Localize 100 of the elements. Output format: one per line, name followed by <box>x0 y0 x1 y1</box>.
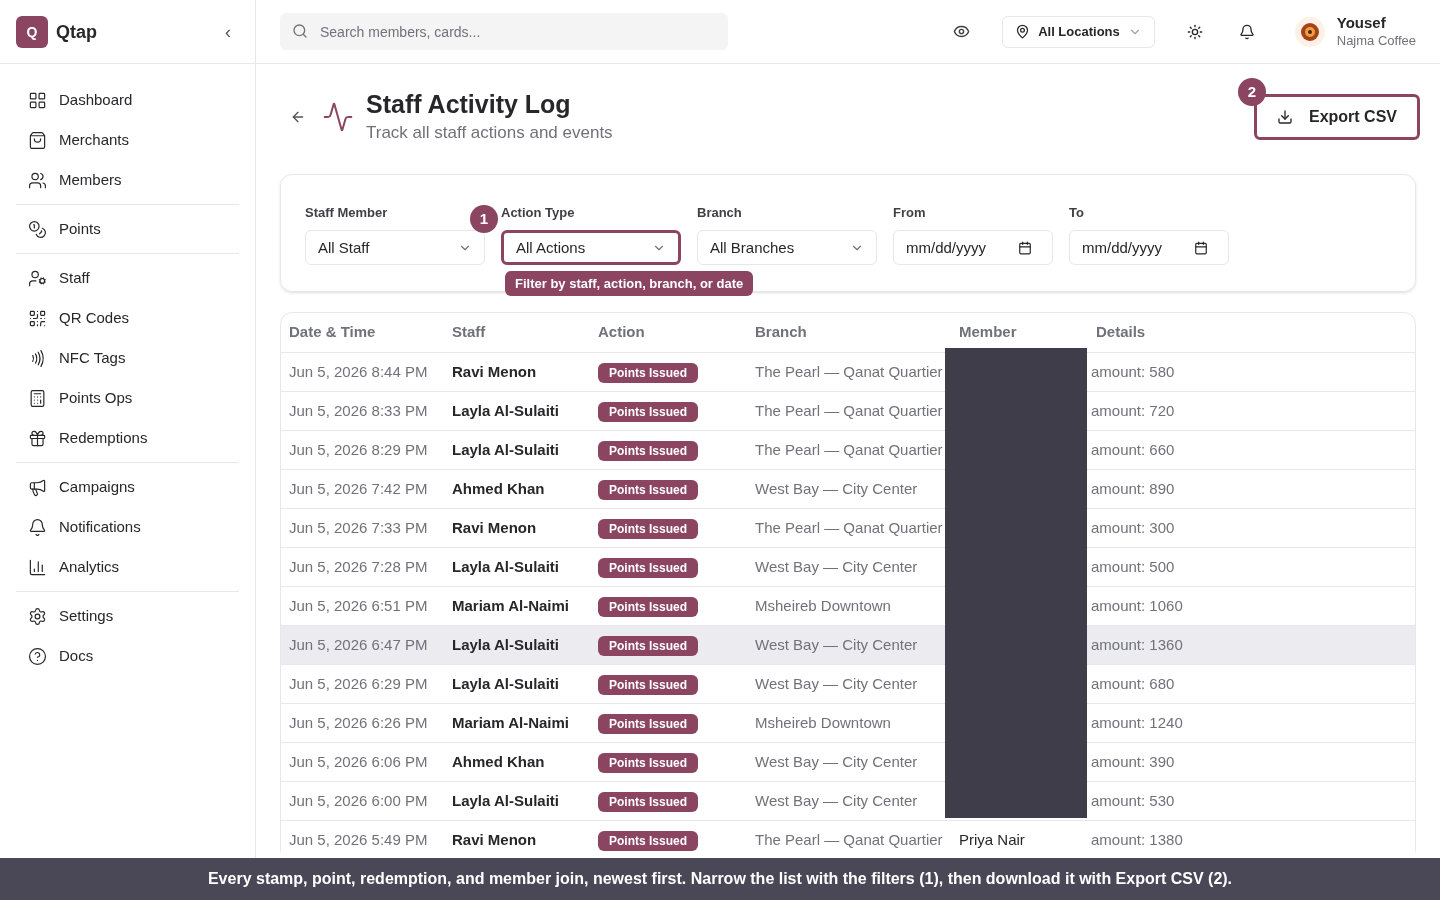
user-org: Najma Coffee <box>1336 32 1416 49</box>
table-row[interactable]: Jun 5, 2026 5:49 PM Ravi Menon Points Issued The Pearl — Qanat Quartier Priya Nair amount: 1380 <box>281 820 1415 860</box>
table-cell: West Bay — City Center <box>747 664 951 704</box>
user-name: Yousef <box>1336 14 1387 33</box>
sidebar-item[interactable]: Analytics <box>16 547 239 587</box>
action-tag: Points Issued <box>598 362 699 383</box>
page-subtitle: Track all staff actions and events <box>366 122 613 145</box>
download-icon <box>1277 109 1293 126</box>
bar-chart-icon <box>28 557 47 577</box>
table-cell: West Bay — City Center <box>747 469 951 509</box>
table-cell: amount: 580 <box>1088 352 1415 392</box>
select-field[interactable]: All Actions <box>501 230 681 266</box>
action-tag: Points Issued <box>598 713 699 734</box>
action-tag: Points Issued <box>598 557 699 578</box>
filter-label: From <box>893 203 926 222</box>
table-cell: Jun 5, 2026 6:51 PM <box>281 586 444 626</box>
users-icon <box>28 170 47 190</box>
date-field[interactable]: mm/dd/yyyy <box>893 230 1053 266</box>
table-cell: Jun 5, 2026 7:42 PM <box>281 469 444 509</box>
sidebar-item[interactable]: Points <box>16 209 239 249</box>
table-cell: Layla Al-Sulaiti <box>444 625 590 665</box>
select-field[interactable]: All Staff <box>305 230 485 266</box>
table-cell: amount: 660 <box>1088 430 1415 470</box>
table-cell: Layla Al-Sulaiti <box>444 391 590 431</box>
step-marker: 1 <box>470 204 498 233</box>
action-tag: Points Issued <box>598 440 699 461</box>
bell-icon <box>28 517 47 537</box>
table-cell: Layla Al-Sulaiti <box>444 781 590 821</box>
action-tag: Points Issued <box>598 791 699 812</box>
table-cell: amount: 1060 <box>1088 586 1415 626</box>
theme-icon[interactable] <box>1186 23 1203 40</box>
filter-label: Action Type <box>501 203 575 222</box>
table-cell: Jun 5, 2026 8:29 PM <box>281 430 444 470</box>
table-cell: The Pearl — Qanat Quartier <box>747 352 951 392</box>
filter-label: Staff Member <box>305 203 388 222</box>
page-title: Staff Activity Log <box>366 89 572 120</box>
date-field[interactable]: mm/dd/yyyy <box>1069 230 1229 266</box>
action-tag: Points Issued <box>598 830 699 851</box>
action-tag: Points Issued <box>598 752 699 773</box>
table-cell: Ravi Menon <box>444 820 590 860</box>
filter-label: Branch <box>697 203 742 222</box>
sidebar-item[interactable]: Campaigns <box>16 467 239 507</box>
user-gear-icon <box>28 268 47 288</box>
table-cell: Jun 5, 2026 6:47 PM <box>281 625 444 665</box>
megaphone-icon <box>28 477 47 497</box>
avatar[interactable] <box>1294 16 1325 47</box>
table-cell: Ravi Menon <box>444 352 590 392</box>
table-cell: Jun 5, 2026 6:26 PM <box>281 703 444 743</box>
table-cell: amount: 680 <box>1088 664 1415 704</box>
sidebar-item[interactable]: Merchants <box>16 120 239 160</box>
notifications-icon[interactable] <box>1238 23 1255 40</box>
table-cell: Jun 5, 2026 7:33 PM <box>281 508 444 548</box>
table-cell: amount: 300 <box>1088 508 1415 548</box>
table-cell: Jun 5, 2026 8:33 PM <box>281 391 444 431</box>
sidebar-item[interactable]: Members <box>16 160 239 200</box>
action-tag: Points Issued <box>598 401 699 422</box>
table-cell: Ahmed Khan <box>444 742 590 782</box>
gift-icon <box>28 428 47 448</box>
table-cell: Msheireb Downtown <box>747 703 951 743</box>
action-tag: Points Issued <box>598 674 699 695</box>
brand-name: Qtap <box>56 20 97 44</box>
column-header: Action <box>590 313 747 353</box>
table-cell: Jun 5, 2026 6:00 PM <box>281 781 444 821</box>
select-field[interactable]: All Branches <box>697 230 877 266</box>
collapse-button[interactable]: ‹ <box>225 17 231 46</box>
action-tag: Points Issued <box>598 635 699 656</box>
table-cell: Jun 5, 2026 6:06 PM <box>281 742 444 782</box>
calendar-icon <box>1194 240 1208 255</box>
search-field[interactable]: Search members, cards... <box>280 13 728 50</box>
action-tag: Points Issued <box>598 596 699 617</box>
table-cell: The Pearl — Qanat Quartier <box>747 430 951 470</box>
logo: Q <box>16 15 48 48</box>
caption-banner: Every stamp, point, redemption, and member join, newest first. Narrow the list with the filters (1), then download it with Export CSV (2). <box>0 858 1440 900</box>
search-icon <box>292 23 308 39</box>
help-icon <box>28 646 47 666</box>
table-cell: Layla Al-Sulaiti <box>444 430 590 470</box>
coins-icon <box>28 219 47 239</box>
shopping-bag-icon <box>28 130 47 150</box>
eye-icon[interactable] <box>953 23 971 40</box>
sidebar-item[interactable]: Dashboard <box>16 80 239 120</box>
table-cell: The Pearl — Qanat Quartier <box>747 508 951 548</box>
sidebar-item[interactable]: NFC Tags <box>16 338 239 378</box>
table-cell: amount: 720 <box>1088 391 1415 431</box>
table-cell: amount: 890 <box>1088 469 1415 509</box>
step-marker: 2 <box>1238 78 1266 107</box>
column-header: Branch <box>747 313 951 353</box>
sidebar-item[interactable]: QR Codes <box>16 298 239 338</box>
sidebar-item[interactable]: Points Ops <box>16 378 239 418</box>
location-select[interactable]: All Locations <box>1002 15 1155 48</box>
settings-icon <box>28 606 47 626</box>
sidebar-item[interactable]: Staff <box>16 258 239 298</box>
tooltip: Filter by staff, action, branch, or date <box>505 270 754 297</box>
sidebar-item[interactable]: Settings <box>16 596 239 636</box>
grid-icon <box>28 90 47 110</box>
sidebar-item[interactable]: Notifications <box>16 507 239 547</box>
action-tag: Points Issued <box>598 479 699 500</box>
table-cell: amount: 1240 <box>1088 703 1415 743</box>
sidebar-item[interactable]: Redemptions <box>16 418 239 458</box>
sidebar-item[interactable]: Docs <box>16 636 239 676</box>
table-cell: West Bay — City Center <box>747 625 951 665</box>
